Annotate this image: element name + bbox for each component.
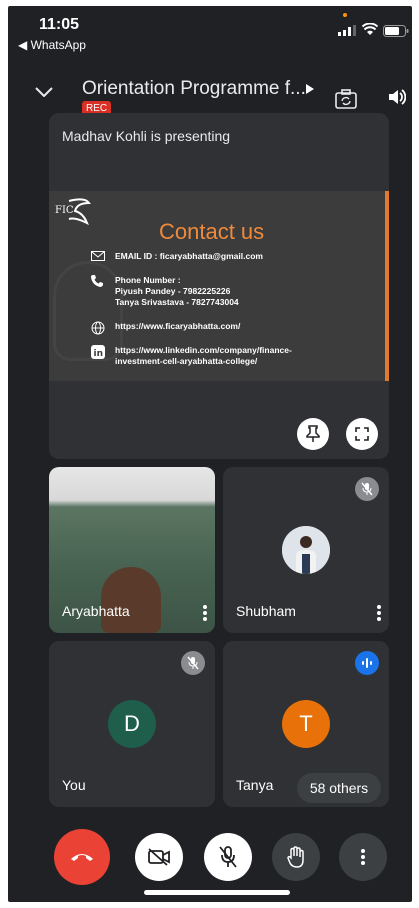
slide-email-row: EMAIL ID : ficaryabhatta@gmail.com: [91, 251, 263, 262]
more-vert-icon[interactable]: [203, 605, 207, 621]
slide-website-row: https://www.ficaryabhatta.com/: [91, 321, 241, 335]
camera-off-icon: [148, 848, 170, 866]
slide-linkedin-1: https://www.linkedin.com/company/finance…: [115, 345, 292, 355]
muted-badge: [181, 651, 205, 675]
slide-phone-1: Piyush Pandey - 7982225226: [115, 286, 231, 296]
participant-avatar: T: [282, 700, 330, 748]
phone-icon: [91, 275, 103, 287]
participant-name: Aryabhatta: [62, 603, 130, 619]
slide-accent-bar: [385, 191, 389, 381]
slide-phone-row: Phone Number : Piyush Pandey - 798222522…: [91, 275, 239, 308]
end-call-button[interactable]: [54, 829, 110, 885]
participant-avatar: [282, 526, 330, 574]
mic-toggle-button[interactable]: [204, 833, 252, 881]
audio-level-icon: [362, 658, 372, 668]
more-vert-icon[interactable]: [377, 605, 381, 621]
signal-icon: [338, 25, 356, 36]
battery-icon: [383, 25, 409, 37]
lightbulb-graphic: [53, 261, 123, 361]
privacy-indicator: [343, 13, 347, 17]
slide-heading: Contact us: [159, 219, 265, 244]
slide-website: https://www.ficaryabhatta.com/: [115, 321, 241, 331]
fullscreen-button[interactable]: [346, 418, 378, 450]
pin-button[interactable]: [297, 418, 329, 450]
switch-camera-icon[interactable]: [335, 89, 357, 109]
participant-name: Shubham: [236, 603, 296, 619]
presentation-tile[interactable]: Madhav Kohli is presenting FIC Contact u…: [49, 113, 389, 459]
participant-name: You: [62, 777, 86, 793]
end-call-icon: [71, 854, 93, 861]
others-count-pill[interactable]: 58 others: [297, 773, 381, 803]
shared-slide: FIC Contact us EMAIL ID : ficaryabhatta@…: [49, 191, 389, 381]
globe-icon: [91, 321, 105, 335]
home-indicator[interactable]: [144, 890, 290, 895]
mic-off-icon: [361, 482, 373, 496]
raise-hand-icon: [287, 846, 304, 868]
chevron-right-icon[interactable]: [306, 84, 314, 94]
svg-text:FIC: FIC: [55, 205, 74, 216]
fic-logo-icon: FIC: [55, 198, 91, 226]
slide-email: EMAIL ID : ficaryabhatta@gmail.com: [115, 251, 263, 261]
participant-tile-shubham[interactable]: Shubham: [223, 467, 389, 633]
participant-name: Tanya: [236, 777, 274, 793]
participant-tile-aryabhatta[interactable]: Aryabhatta: [49, 467, 215, 633]
pin-icon: [306, 425, 320, 442]
presenter-label: Madhav Kohli is presenting: [62, 128, 231, 144]
more-options-icon: [361, 849, 365, 865]
mic-off-icon: [219, 846, 237, 868]
slide-linkedin-row: in https://www.linkedin.com/company/fina…: [91, 345, 292, 367]
linkedin-icon: in: [91, 345, 105, 359]
back-to-whatsapp[interactable]: ◀ WhatsApp: [18, 38, 86, 52]
participant-face: [101, 567, 161, 633]
mic-off-icon: [187, 656, 199, 670]
speaker-icon[interactable]: [388, 88, 406, 106]
status-bar: 11:05 ◀ WhatsApp: [8, 6, 412, 54]
muted-badge: [355, 477, 379, 501]
status-time: 11:05: [39, 16, 80, 33]
participant-avatar: D: [108, 700, 156, 748]
more-options-button[interactable]: [339, 833, 387, 881]
speaking-badge: [355, 651, 379, 675]
chevron-down-icon[interactable]: [35, 87, 53, 97]
raise-hand-button[interactable]: [272, 833, 320, 881]
slide-phone-2: Tanya Srivastava - 7827743004: [115, 297, 239, 307]
camera-toggle-button[interactable]: [135, 833, 183, 881]
mail-icon: [91, 251, 105, 261]
wifi-icon: [362, 23, 378, 35]
slide-phone-label: Phone Number :: [115, 275, 181, 285]
meeting-header: Orientation Programme f... REC: [8, 66, 412, 116]
person-photo-icon: [282, 526, 330, 574]
svg-text:in: in: [94, 349, 104, 359]
meeting-title[interactable]: Orientation Programme f...: [82, 78, 306, 100]
slide-linkedin-2: investment-cell-aryabhatta-college/: [115, 356, 258, 366]
fullscreen-icon: [355, 427, 369, 441]
participant-tile-you[interactable]: D You: [49, 641, 215, 807]
meet-call-screen: 11:05 ◀ WhatsApp Orientation Programme f…: [8, 6, 412, 902]
